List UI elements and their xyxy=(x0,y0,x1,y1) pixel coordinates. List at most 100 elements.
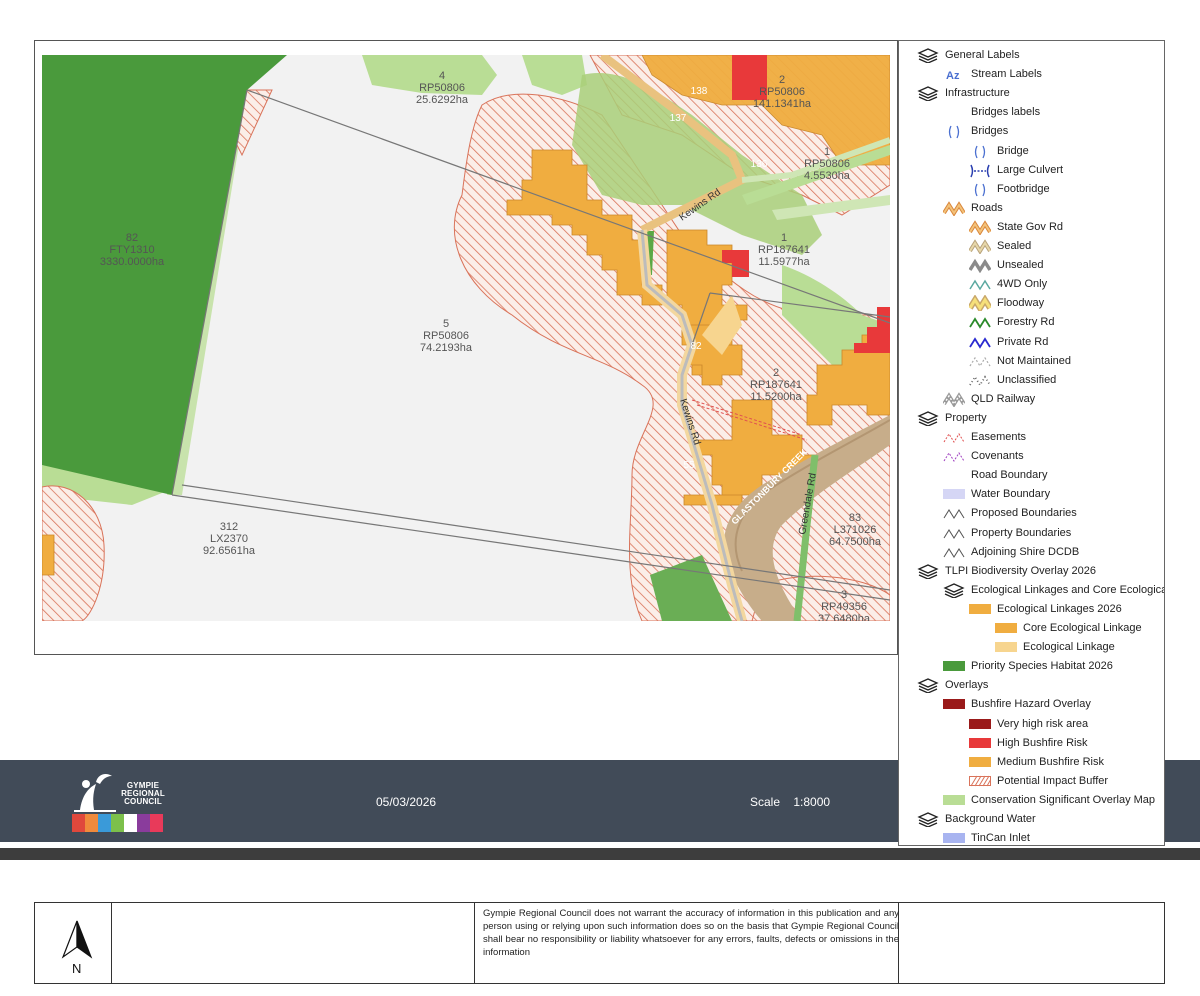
svg-text:2: 2 xyxy=(773,367,779,379)
legend-item[interactable]: Medium Bushfire Risk xyxy=(969,753,1104,771)
legend-item[interactable]: Overlays xyxy=(917,676,988,694)
bridge-icon xyxy=(943,124,965,139)
legend-item[interactable]: Core Ecological Linkage xyxy=(995,619,1142,637)
fill-lightblue-swatch-icon xyxy=(943,831,965,845)
legend-item-label: Overlays xyxy=(945,679,989,692)
logo-text: GYMPIE REGIONAL COUNCIL xyxy=(121,781,165,806)
legend-item[interactable]: General Labels xyxy=(917,46,1020,64)
legend-item[interactable]: State Gov Rd xyxy=(969,218,1063,236)
legend-item[interactable]: Conservation Significant Overlay Map xyxy=(943,791,1155,809)
legend-item[interactable]: Bushfire Hazard Overlay xyxy=(943,695,1091,713)
svg-text:92.6561ha: 92.6561ha xyxy=(203,545,256,557)
fill-orange-swatch-icon xyxy=(969,602,991,616)
legend-item[interactable]: Bridge xyxy=(969,142,1029,160)
legend-item[interactable]: Infrastructure xyxy=(917,84,1010,102)
fill-green-swatch-icon xyxy=(943,659,965,673)
svg-text:64.7500ha: 64.7500ha xyxy=(829,536,882,548)
council-logo: GYMPIE REGIONAL COUNCIL xyxy=(72,768,172,836)
legend-item[interactable]: QLD Railway xyxy=(943,390,1035,408)
legend-item[interactable]: Water Boundary xyxy=(943,485,1050,503)
svg-text:25.6292ha: 25.6292ha xyxy=(416,94,469,106)
legend-item[interactable]: Very high risk area xyxy=(969,715,1088,733)
legend-item[interactable]: Unclassified xyxy=(969,371,1056,389)
legend-item-label: Bushfire Hazard Overlay xyxy=(971,698,1091,711)
footer-divider xyxy=(0,848,1200,860)
line-grey-swatch-icon xyxy=(943,526,965,540)
road-dashed-swatch-icon xyxy=(969,354,991,368)
legend-item[interactable]: Az Stream Labels xyxy=(943,65,1042,83)
legend-item[interactable]: Unsealed xyxy=(969,256,1043,274)
legend-item[interactable]: Bridges labels xyxy=(943,103,1040,121)
legend-item-label: TinCan Inlet xyxy=(971,832,1030,845)
legend-symbol-empty xyxy=(943,468,965,482)
layers-icon xyxy=(917,48,939,63)
road-number: 136 xyxy=(751,159,768,170)
svg-text:3330.0000ha: 3330.0000ha xyxy=(100,256,165,268)
road-floodway-swatch-icon xyxy=(969,295,991,312)
blank-cell xyxy=(112,903,475,983)
legend-item[interactable]: Ecological Linkage xyxy=(995,638,1115,656)
legend-item-label: Medium Bushfire Risk xyxy=(997,755,1104,768)
fill-orange-swatch-icon xyxy=(969,755,991,769)
legend-item[interactable]: Private Rd xyxy=(969,333,1048,351)
north-label: N xyxy=(72,961,82,976)
fill-lavender-swatch-icon xyxy=(943,487,965,501)
legend-item[interactable]: 4WD Only xyxy=(969,275,1047,293)
legend-item[interactable]: Road Boundary xyxy=(943,466,1047,484)
legend-item[interactable]: Roads xyxy=(943,199,1003,217)
legend-item-label: Adjoining Shire DCDB xyxy=(971,545,1080,558)
legend-item[interactable]: Floodway xyxy=(969,294,1044,312)
logo-emblem-icon xyxy=(74,774,116,812)
line-grey-swatch-icon xyxy=(943,545,965,559)
legend-item[interactable]: Footbridge xyxy=(969,180,1050,198)
legend-item-label: Roads xyxy=(971,201,1003,214)
legend-item[interactable]: Priority Species Habitat 2026 xyxy=(943,657,1113,675)
legend-item[interactable]: High Bushfire Risk xyxy=(969,734,1087,752)
legend-item-label: Stream Labels xyxy=(971,68,1042,81)
legend-item[interactable]: Property xyxy=(917,409,987,427)
legend-item[interactable]: Adjoining Shire DCDB xyxy=(943,543,1079,561)
legend-item-label: General Labels xyxy=(945,49,1020,61)
legend-item[interactable]: Large Culvert xyxy=(969,161,1063,179)
legend-item-label: Proposed Boundaries xyxy=(971,507,1077,520)
legend-item[interactable]: Background Water xyxy=(917,810,1036,828)
svg-text:RP50806: RP50806 xyxy=(423,330,469,342)
legend-item[interactable]: Property Boundaries xyxy=(943,524,1071,542)
legend-item-label: Unsealed xyxy=(997,259,1044,272)
layers-icon xyxy=(917,563,939,579)
legend-item-label: Ecological Linkage xyxy=(1023,641,1115,654)
fill-orange-swatch-icon xyxy=(995,621,1017,635)
map-svg: Kewins Rd Kewins Rd Greendale Rd GLASTON… xyxy=(42,55,890,621)
legend-item[interactable]: Forestry Rd xyxy=(969,313,1054,331)
legend-item[interactable]: Bridges xyxy=(943,122,1008,140)
svg-text:1: 1 xyxy=(781,232,787,244)
legend-item-label: Core Ecological Linkage xyxy=(1023,622,1142,634)
legend-item[interactable]: Potential Impact Buffer xyxy=(969,772,1108,790)
legend-item[interactable]: Ecological Linkages and Core Ecological xyxy=(943,581,1164,599)
svg-text:RP49356: RP49356 xyxy=(821,601,867,613)
legend-item[interactable]: Sealed xyxy=(969,237,1031,255)
scale-value: 1:8000 xyxy=(793,795,831,809)
road-dotted-swatch-icon xyxy=(969,373,991,387)
railway-icon xyxy=(943,392,965,407)
bridge-icon xyxy=(969,182,991,196)
legend-item-label: Very high risk area xyxy=(997,717,1089,730)
svg-text:5: 5 xyxy=(443,318,449,330)
az-icon: Az xyxy=(943,67,965,82)
legend-item[interactable]: Easements xyxy=(943,428,1026,446)
legend-item-label: Bridges xyxy=(971,125,1009,138)
legend-symbol-empty xyxy=(943,105,965,119)
legend-item-label: Priority Species Habitat 2026 xyxy=(971,660,1113,673)
svg-text:82: 82 xyxy=(126,232,138,244)
legend-item[interactable]: TinCan Inlet xyxy=(943,829,1030,845)
legend-item[interactable]: Not Maintained xyxy=(969,352,1071,370)
legend-item[interactable]: Proposed Boundaries xyxy=(943,504,1077,522)
map-canvas[interactable]: Kewins Rd Kewins Rd Greendale Rd GLASTON… xyxy=(42,55,890,621)
legend-item[interactable]: TLPI Biodiversity Overlay 2026 xyxy=(917,562,1096,580)
legend-item-label: Easements xyxy=(971,431,1027,443)
legend-item[interactable]: Ecological Linkages 2026 xyxy=(969,600,1122,618)
legend-item-label: Sealed xyxy=(997,240,1032,252)
svg-text:1: 1 xyxy=(824,146,830,158)
legend-item-label: Conservation Significant Overlay Map xyxy=(971,793,1156,806)
legend-item[interactable]: Covenants xyxy=(943,447,1024,465)
